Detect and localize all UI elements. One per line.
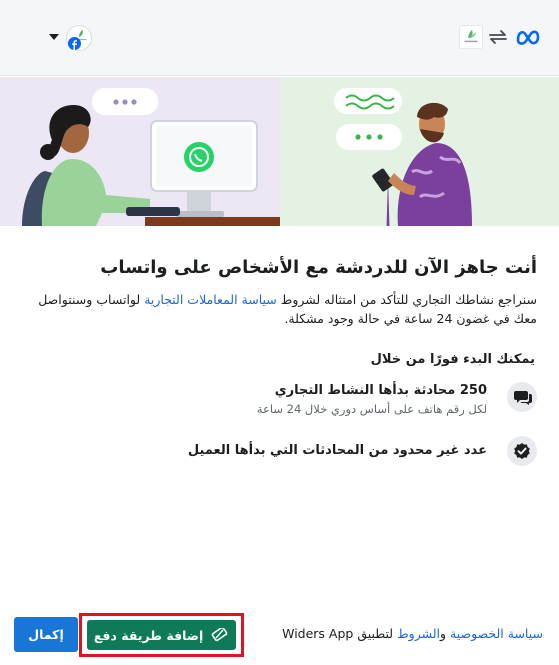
footer-and: و	[440, 626, 451, 641]
payment-tag-icon	[211, 628, 228, 642]
feature-text: 250 محادثة بدأها النشاط التجاري لكل رقم …	[257, 382, 487, 418]
sync-arrows-icon	[489, 30, 507, 44]
start-label: يمكنك البدء فورًا من خلال	[370, 352, 535, 367]
facebook-icon	[68, 37, 81, 50]
description-text: سنراجع نشاطك التجاري للتأكد من امتثاله ل…	[276, 292, 537, 307]
meta-logo-icon	[516, 30, 540, 45]
feature-text: عدد غير محدود من المحادثات التي بدأها ال…	[188, 442, 487, 460]
add-payment-method-button[interactable]: إضافة طريقة دفع	[87, 620, 236, 650]
widers-app-logo-icon	[459, 25, 483, 49]
feature-subtitle: لكل رقم هاتف على أساس دوري خلال 24 ساعة	[256, 402, 487, 416]
footer-app-name: لتطبيق Widers App	[282, 626, 398, 641]
footer-legal-text: سياسة الخصوصية والشروط لتطبيق Widers App	[282, 626, 543, 641]
chat-bubbles-icon	[507, 382, 537, 412]
terms-link[interactable]: الشروط	[397, 626, 440, 641]
top-bar	[0, 0, 559, 76]
caret-down-icon[interactable]	[48, 33, 60, 41]
page-title: أنت جاهز الآن للدردشة مع الأشخاص على وات…	[100, 257, 537, 278]
account-switcher[interactable]	[48, 25, 94, 51]
hero-illustration	[0, 77, 559, 226]
whatsapp-icon	[184, 142, 214, 172]
complete-button[interactable]: إكمال	[14, 617, 78, 652]
main-content: أنت جاهز الآن للدردشة مع الأشخاص على وات…	[22, 256, 537, 328]
review-description: سنراجع نشاطك التجاري للتأكد من امتثاله ل…	[22, 290, 537, 328]
feature-item-business-initiated: 250 محادثة بدأها النشاط التجاري لكل رقم …	[22, 382, 537, 430]
feature-title: عدد غير محدود من المحادثات التي بدأها ال…	[187, 443, 487, 458]
feature-item-customer-initiated: عدد غير محدود من المحادثات التي بدأها ال…	[22, 436, 537, 466]
feature-title: 250 محادثة بدأها النشاط التجاري	[274, 383, 487, 398]
verified-check-icon	[507, 436, 537, 466]
privacy-policy-link[interactable]: سياسة الخصوصية	[450, 626, 543, 641]
add-payment-label: إضافة طريقة دفع	[93, 627, 204, 643]
add-payment-highlight: إضافة طريقة دفع	[79, 613, 244, 657]
commerce-policy-link[interactable]: سياسة المعاملات التجارية	[144, 292, 277, 307]
